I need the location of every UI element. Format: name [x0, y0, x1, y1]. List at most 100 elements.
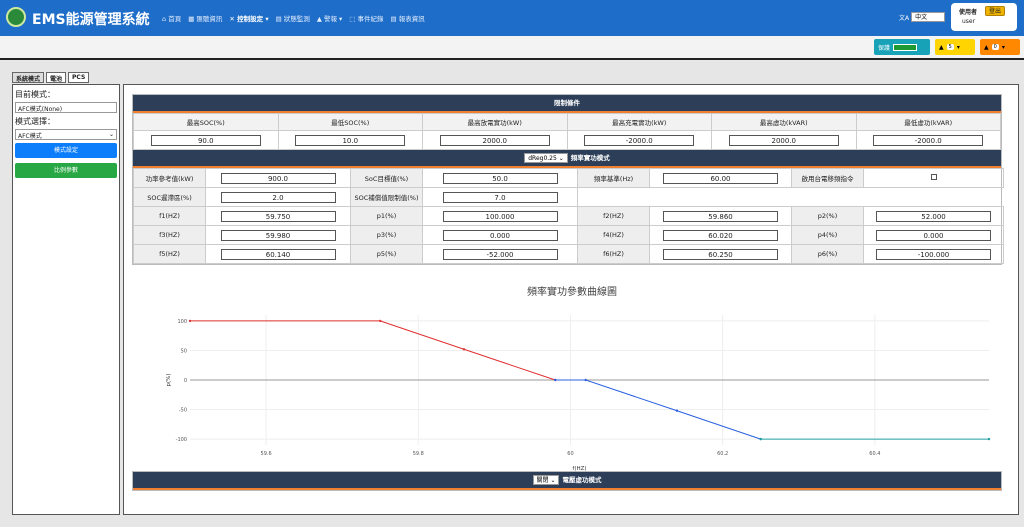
f3-label: f3(HZ): [133, 225, 206, 245]
p4-label: p4(%): [791, 225, 864, 245]
alarm-icon: ▲: [984, 43, 989, 51]
max-reactive-input[interactable]: 2000.0: [728, 134, 839, 146]
tab-pcs[interactable]: PCS: [68, 72, 90, 83]
freq-mode-value: dReg0.25: [528, 155, 557, 162]
f4-label: f4(HZ): [577, 225, 650, 245]
settings-tabs: 系統模式 電池 PCS: [12, 72, 90, 83]
nav-alarm[interactable]: ▲ 警報 ▾: [317, 13, 342, 23]
min-soc-input[interactable]: 10.0: [295, 134, 406, 146]
tab-battery[interactable]: 電池: [46, 72, 67, 83]
soc-comp-input[interactable]: 7.0: [442, 191, 558, 203]
freq-table: 功率參考值(kW) 900.0 SoC目標值(%) 50.0 頻率基準(Hz) …: [133, 168, 1004, 264]
limit-header: 最高充電實功(kW): [566, 113, 712, 131]
freq-title: 頻率實功模式: [570, 154, 610, 162]
mode-panel: 目前模式： AFC模式(None) 模式選擇： AFC模式 ⌄ 模式設定 比例參數: [12, 84, 120, 515]
nav-reports[interactable]: ▤ 報表資訊: [391, 13, 425, 23]
data-point: [675, 409, 679, 412]
user-box: 使用者 登出 user: [951, 3, 1017, 31]
p4-input[interactable]: 0.000: [876, 229, 991, 241]
p2-label: p2(%): [791, 206, 864, 226]
y-tick-label: 50: [181, 348, 187, 354]
chart-title: 頻率實功參數曲線圖: [527, 287, 617, 298]
brand-title[interactable]: EMS能源管理系統: [32, 9, 150, 29]
f4-input[interactable]: 60.020: [663, 229, 778, 241]
y-tick-label: 100: [177, 319, 187, 325]
soc-band-input[interactable]: 2.0: [220, 191, 336, 203]
warning-dropdown[interactable]: ▲ 5 ▾: [935, 39, 975, 55]
f2-input[interactable]: 59.860: [663, 210, 778, 222]
soc-band-label: SOC遲滯區(%): [133, 187, 206, 207]
max-soc-input[interactable]: 90.0: [150, 134, 261, 146]
main-nav: ⌂ 首頁 ▦ 匯聽資訊 ✕ 控制設定 ▾ ▤ 狀態監測 ▲ 警報 ▾ ⬚ 事件紀…: [162, 13, 425, 23]
status-bar: 保護 ▲ 5 ▾ ▲ 0 ▾: [0, 36, 1024, 60]
nav-control-settings[interactable]: ✕ 控制設定 ▾: [229, 13, 268, 23]
voltage-mode-value: 關閉: [536, 477, 549, 484]
freq-header: dReg0.25 ⌄ 頻率實功模式: [133, 150, 1001, 168]
mode-set-button[interactable]: 模式設定: [15, 143, 117, 158]
max-charge-input[interactable]: -2000.0: [584, 134, 695, 146]
limits-card: 限制條件 最高SOC(%) 最低SOC(%) 最高放電實功(kW) 最高充電實功…: [132, 94, 1004, 265]
f3-input[interactable]: 59.980: [220, 229, 336, 241]
p1-input[interactable]: 100.000: [442, 210, 558, 222]
protect-indicator: [893, 43, 918, 51]
p5-label: p5(%): [350, 244, 423, 264]
data-point: [379, 319, 382, 323]
nav-home[interactable]: ⌂ 首頁: [162, 13, 181, 23]
p2-input[interactable]: 52.000: [876, 210, 991, 222]
p5-input[interactable]: -52.000: [442, 248, 558, 260]
current-mode-field: AFC模式(None): [15, 102, 117, 113]
power-ref-input[interactable]: 900.0: [220, 172, 336, 184]
caret-down-icon: ▾: [1001, 43, 1005, 51]
nav-info[interactable]: ▦ 匯聽資訊: [188, 13, 222, 23]
voltage-mode-select[interactable]: 關閉 ⌄: [532, 475, 560, 485]
p6-input[interactable]: -100.000: [876, 248, 991, 260]
limit-header: 最高SOC(%): [133, 113, 279, 131]
top-navbar: EMS能源管理系統 ⌂ 首頁 ▦ 匯聽資訊 ✕ 控制設定 ▾ ▤ 狀態監測 ▲ …: [0, 0, 1024, 36]
soc-target-label: SoC目標值(%): [350, 168, 423, 188]
data-point: [554, 378, 557, 382]
logo-icon: [6, 7, 26, 27]
warning-icon: ▲: [939, 43, 944, 51]
f6-input[interactable]: 60.250: [663, 248, 778, 260]
caret-down-icon: ▾: [956, 43, 960, 51]
username: user: [962, 18, 976, 25]
frequency-power-chart: 59.6 59.8 60 60.2 60.4100500-50-100f(HZ)p(%): [166, 315, 991, 472]
p3-input[interactable]: 0.000: [442, 229, 558, 241]
nav-event-log[interactable]: ⬚ 事件紀錄: [349, 13, 383, 23]
p3-label: p3(%): [350, 225, 423, 245]
nav-status-monitor[interactable]: ▤ 狀態監測: [276, 13, 310, 23]
warning-count: 5: [946, 44, 954, 50]
voltage-card: 關閉 ⌄ 電壓虛功模式: [132, 471, 1002, 491]
ratio-params-button[interactable]: 比例參數: [15, 163, 117, 178]
freq-mode-select[interactable]: dReg0.25 ⌄: [524, 153, 568, 163]
soc-target-input[interactable]: 50.0: [442, 172, 558, 184]
mode-select[interactable]: AFC模式 ⌄: [15, 129, 117, 140]
limit-header: 最低虛功(kVAR): [855, 113, 1001, 131]
p6-label: p6(%): [791, 244, 864, 264]
tab-system-mode[interactable]: 系統模式: [12, 72, 45, 83]
f5-input[interactable]: 60.140: [220, 248, 336, 260]
shift-checkbox[interactable]: [930, 174, 937, 180]
min-reactive-input[interactable]: -2000.0: [873, 134, 984, 146]
mode-select-value: AFC模式: [18, 133, 42, 140]
freq-base-input[interactable]: 60.00: [663, 172, 778, 184]
limit-header: 最高放電實功(kW): [422, 113, 568, 131]
soc-comp-label: SOC補償值限制值(%): [350, 187, 423, 207]
data-point: [987, 437, 991, 441]
x-tick-label: 60.2: [717, 451, 728, 457]
voltage-header: 關閉 ⌄ 電壓虛功模式: [133, 472, 1001, 490]
limits-title: 限制條件: [554, 99, 580, 107]
y-tick-label: -50: [179, 408, 187, 414]
p1-label: p1(%): [350, 206, 423, 226]
f5-label: f5(HZ): [133, 244, 206, 264]
language-select[interactable]: 中文: [911, 12, 946, 22]
f6-label: f6(HZ): [577, 244, 650, 264]
limits-table: 最高SOC(%) 最低SOC(%) 最高放電實功(kW) 最高充電實功(kW) …: [133, 113, 1001, 150]
empty-cell: [578, 188, 1004, 207]
protect-status-button[interactable]: 保護: [874, 39, 930, 55]
max-discharge-input[interactable]: 2000.0: [439, 134, 550, 146]
alarm-dropdown[interactable]: ▲ 0 ▾: [980, 39, 1020, 55]
main-panel: 限制條件 最高SOC(%) 最低SOC(%) 最高放電實功(kW) 最高充電實功…: [123, 84, 1019, 515]
logout-button[interactable]: 登出: [985, 6, 1006, 16]
f1-input[interactable]: 59.750: [220, 210, 336, 222]
